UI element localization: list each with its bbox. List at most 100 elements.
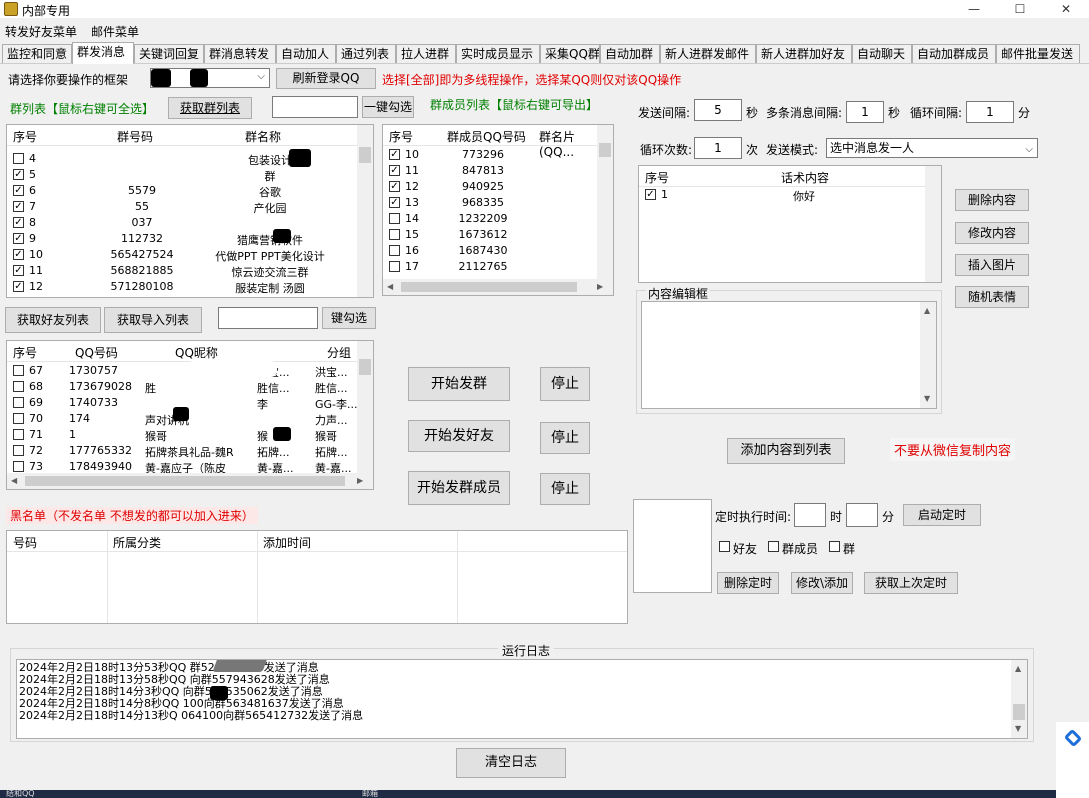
stop-friend-send-button[interactable]: 停止 [540, 422, 590, 454]
tab-auto-join-members[interactable]: 自动加群成员 [912, 44, 996, 63]
table-row[interactable]: 15 1673612 [383, 227, 613, 243]
log-box[interactable]: 2024年2月2日18时13分53秒QQ 群528875953发送了消息 2024… [16, 659, 1028, 739]
row-checkbox[interactable]: ✓ [13, 265, 24, 276]
script-list[interactable]: 序号 话术内容 ✓ 1 你好 [638, 165, 942, 283]
random-emoji-button[interactable]: 随机表情 [955, 286, 1029, 308]
start-friend-send-button[interactable]: 开始发好友 [408, 420, 510, 452]
friend-list[interactable]: 序号 QQ号码 QQ昵称 分组 671730757洪宝...洪宝...68173… [6, 340, 374, 490]
group-filter-input[interactable] [272, 96, 358, 118]
table-row[interactable]: ✓ 9 112732 猎鹰营销软件 [7, 231, 357, 247]
row-checkbox[interactable]: ✓ [13, 169, 24, 180]
tab-auto-join[interactable]: 自动加群 [600, 44, 660, 63]
row-checkbox[interactable]: ✓ [389, 181, 400, 192]
table-row[interactable]: ✓ 11 568821885 惊云迹交流三群 [7, 263, 357, 279]
table-row[interactable]: 17 2112765 [383, 259, 613, 275]
tab-realtime-members[interactable]: 实时成员显示 [456, 44, 540, 63]
row-checkbox[interactable]: ✓ [389, 197, 400, 208]
loop-interval-input[interactable]: 1 [966, 101, 1014, 123]
start-group-send-button[interactable]: 开始发群 [408, 367, 510, 401]
row-checkbox[interactable] [389, 229, 400, 240]
maximize-button[interactable]: ☐ [997, 0, 1043, 18]
row-checkbox[interactable]: ✓ [13, 201, 24, 212]
tab-auto-chat[interactable]: 自动聊天 [852, 44, 912, 63]
row-checkbox[interactable]: ✓ [389, 149, 400, 160]
edit-content-button[interactable]: 修改内容 [955, 222, 1029, 244]
row-checkbox[interactable]: ✓ [13, 249, 24, 260]
menu-mail[interactable]: 邮件菜单 [91, 23, 139, 40]
table-row[interactable]: ✓ 12 571280108 服装定制 汤圆 [7, 279, 357, 295]
start-member-send-button[interactable]: 开始发群成员 [408, 471, 510, 505]
row-checkbox[interactable] [13, 397, 24, 408]
tab-invite[interactable]: 拉人进群 [396, 44, 456, 63]
delete-timer-button[interactable]: 删除定时 [717, 572, 779, 594]
insert-image-button[interactable]: 插入图片 [955, 254, 1029, 276]
send-mode-select[interactable]: 选中消息发一人 ⌵ [826, 138, 1038, 158]
member-list-hscrollbar[interactable]: ◀ ▶ [383, 279, 613, 295]
row-checkbox[interactable] [13, 461, 24, 472]
tab-keyword-reply[interactable]: 关键词回复 [134, 44, 204, 63]
friend-filter-input[interactable] [218, 307, 318, 329]
row-checkbox[interactable]: ✓ [13, 281, 24, 292]
table-row[interactable]: ✓ 6 5579 谷歌 [7, 183, 357, 199]
timer-member-checkbox[interactable] [768, 541, 779, 552]
row-checkbox[interactable] [389, 245, 400, 256]
table-row[interactable]: ✓ 13 968335 [383, 195, 613, 211]
send-interval-input[interactable]: 5 [694, 99, 742, 121]
tab-auto-add[interactable]: 自动加人 [276, 44, 336, 63]
tab-mass-send[interactable]: 群发消息 [72, 42, 134, 64]
clear-log-button[interactable]: 清空日志 [456, 748, 566, 778]
row-checkbox[interactable] [13, 365, 24, 376]
table-row[interactable]: 14 1232209 [383, 211, 613, 227]
tab-batch-mail[interactable]: 邮件批量发送 [996, 44, 1080, 63]
start-timer-button[interactable]: 启动定时 [903, 504, 981, 526]
table-row[interactable]: 671730757洪宝...洪宝... [7, 363, 357, 379]
log-scrollbar[interactable]: ▲ ▼ [1011, 660, 1027, 738]
tab-monitor[interactable]: 监控和同意 [2, 44, 72, 63]
table-row[interactable]: ✓ 7 55 产化园 [7, 199, 357, 215]
group-list[interactable]: 序号 群号码 群名称 417359包装设计✓5群✓65579谷歌✓755产化园✓… [6, 124, 374, 298]
loop-count-input[interactable]: 1 [694, 137, 742, 159]
row-checkbox[interactable] [13, 445, 24, 456]
delete-content-button[interactable]: 删除内容 [955, 189, 1029, 211]
table-row[interactable]: ✓ 10 773296 [383, 147, 613, 163]
blacklist[interactable]: 号码 所属分类 添加时间 [6, 530, 628, 624]
row-checkbox[interactable]: ✓ [389, 165, 400, 176]
group-list-scrollbar[interactable] [357, 125, 373, 297]
stop-member-send-button[interactable]: 停止 [540, 473, 590, 505]
edit-timer-button[interactable]: 修改\添加 [791, 572, 853, 594]
member-list-scrollbar[interactable] [597, 125, 613, 279]
table-row[interactable]: 72 177765332 拓牌茶具礼品-魏R 拓牌... 拓牌... [7, 443, 357, 459]
table-row[interactable]: ✓ 8 037 [7, 215, 357, 231]
row-checkbox[interactable]: ✓ [13, 217, 24, 228]
stop-group-send-button[interactable]: 停止 [540, 367, 590, 401]
content-editor[interactable]: ▲ ▼ [641, 301, 937, 409]
multi-interval-input[interactable]: 1 [846, 101, 884, 123]
row-checkbox[interactable] [389, 261, 400, 272]
table-row[interactable]: 68 173679028 胜胜信... 胜信... [7, 379, 357, 395]
script-checkbox[interactable]: ✓ [645, 189, 656, 200]
fetch-groups-button[interactable]: 获取群列表 [168, 97, 252, 119]
table-row[interactable]: ✓ 11 847813 [383, 163, 613, 179]
row-checkbox[interactable] [13, 381, 24, 392]
friend-select-all-button[interactable]: 键勾选 [322, 307, 376, 329]
content-editor-scrollbar[interactable]: ▲ ▼ [920, 302, 936, 408]
fetch-friends-button[interactable]: 获取好友列表 [5, 307, 101, 333]
table-row[interactable]: ✓ 12 940925 [383, 179, 613, 195]
timer-hour-input[interactable] [794, 503, 826, 527]
friend-list-scrollbar[interactable] [357, 341, 373, 473]
row-checkbox[interactable]: ✓ [13, 233, 24, 244]
last-timer-button[interactable]: 获取上次定时 [864, 572, 958, 594]
add-to-list-button[interactable]: 添加内容到列表 [727, 438, 845, 464]
timer-minute-input[interactable] [846, 503, 878, 527]
tab-newcomer-friend[interactable]: 新人进群加好友 [756, 44, 852, 63]
tab-group-forward[interactable]: 群消息转发 [204, 44, 276, 63]
row-checkbox[interactable] [13, 413, 24, 424]
row-checkbox[interactable] [13, 153, 24, 164]
timer-friend-checkbox[interactable] [719, 541, 730, 552]
refresh-login-button[interactable]: 刷新登录QQ [276, 68, 376, 89]
tab-pass-list[interactable]: 通过列表 [336, 44, 396, 63]
group-select-all-button[interactable]: 一键勾选 [362, 96, 414, 118]
table-row[interactable]: 71 1 猴哥猴猴哥 [7, 427, 357, 443]
tab-newcomer-mail[interactable]: 新人进群发邮件 [660, 44, 756, 63]
minimize-button[interactable]: — [951, 0, 997, 18]
